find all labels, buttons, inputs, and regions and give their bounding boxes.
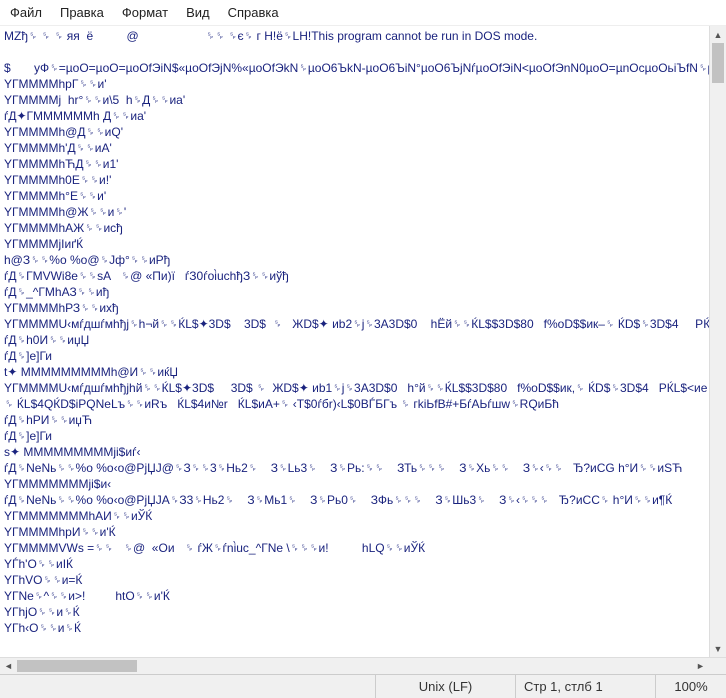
menu-format[interactable]: Формат bbox=[122, 5, 168, 20]
scrollbar-corner bbox=[709, 658, 726, 674]
menu-view[interactable]: Вид bbox=[186, 5, 210, 20]
scroll-track[interactable] bbox=[17, 658, 692, 674]
menu-file[interactable]: Файл bbox=[10, 5, 42, 20]
scroll-thumb[interactable] bbox=[712, 43, 724, 83]
text-editor[interactable]: MZђ␠ ␠ ␠ яя ё @ ␠␠ ␠є␠ г H!ё␠LH!This pro… bbox=[0, 26, 709, 657]
scroll-thumb[interactable] bbox=[17, 660, 137, 672]
status-spacer bbox=[0, 675, 376, 698]
scroll-right-arrow-icon[interactable]: ► bbox=[692, 658, 709, 674]
status-bar: Unix (LF) Стр 1, стлб 1 100% bbox=[0, 674, 726, 698]
editor-area: MZђ␠ ␠ ␠ яя ё @ ␠␠ ␠є␠ г H!ё␠LH!This pro… bbox=[0, 26, 726, 657]
scroll-left-arrow-icon[interactable]: ◄ bbox=[0, 658, 17, 674]
menu-edit[interactable]: Правка bbox=[60, 5, 104, 20]
status-encoding: Unix (LF) bbox=[376, 675, 516, 698]
status-position: Стр 1, стлб 1 bbox=[516, 675, 656, 698]
scroll-up-arrow-icon[interactable]: ▲ bbox=[710, 26, 726, 43]
status-zoom: 100% bbox=[656, 675, 726, 698]
scroll-down-arrow-icon[interactable]: ▼ bbox=[710, 640, 726, 657]
menu-bar: Файл Правка Формат Вид Справка bbox=[0, 0, 726, 26]
vertical-scrollbar[interactable]: ▲ ▼ bbox=[709, 26, 726, 657]
horizontal-scrollbar[interactable]: ◄ ► bbox=[0, 657, 726, 674]
menu-help[interactable]: Справка bbox=[228, 5, 279, 20]
scroll-track[interactable] bbox=[710, 43, 726, 640]
